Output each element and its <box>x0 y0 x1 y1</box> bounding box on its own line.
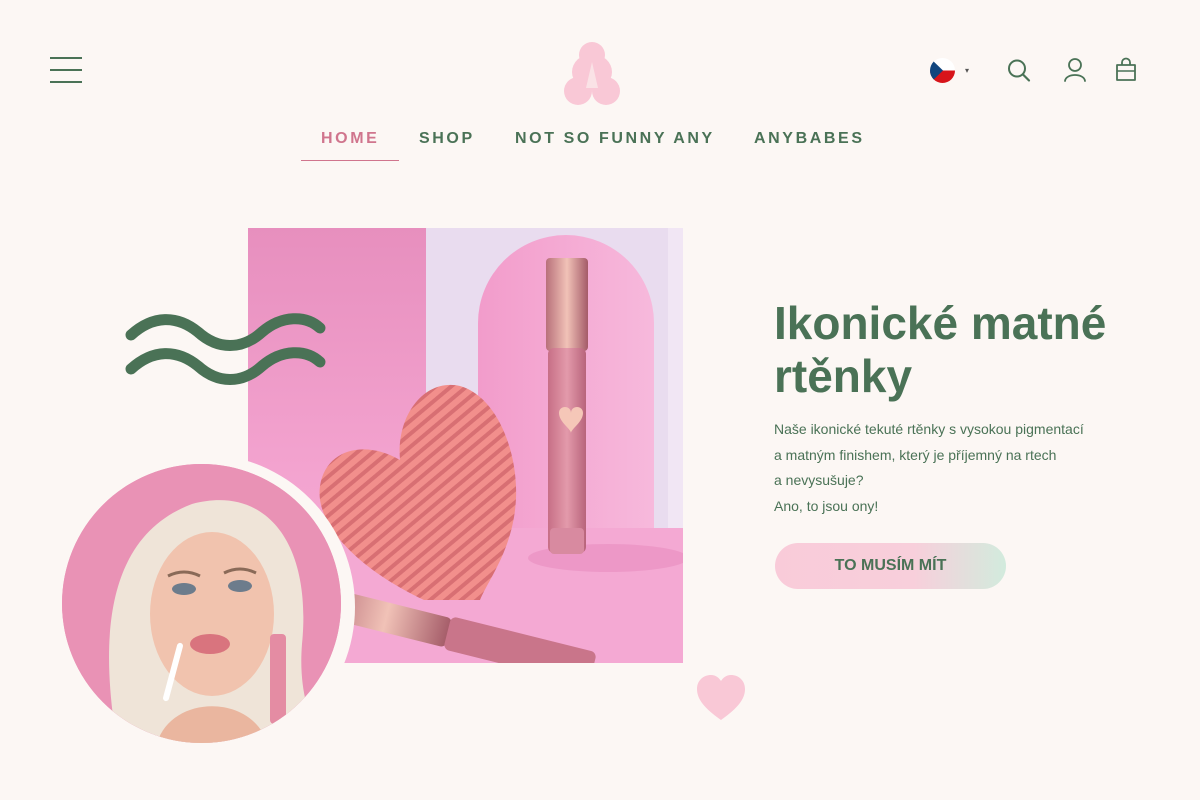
hero-title: Ikonické matné rtěnky <box>774 297 1107 402</box>
hero-description-line: a matným finishem, který je příjemný na … <box>774 446 1057 463</box>
account-icon[interactable] <box>1063 57 1087 83</box>
language-selector[interactable]: ▾ <box>930 57 976 83</box>
main-navigation: HOME SHOP NOT SO FUNNY ANY ANYBABES <box>301 116 901 162</box>
model-portrait-photo <box>62 464 341 743</box>
nav-item-home[interactable]: HOME <box>301 116 399 161</box>
hamburger-menu-icon[interactable] <box>50 57 82 83</box>
nav-item-not-so-funny-any[interactable]: NOT SO FUNNY ANY <box>515 116 715 160</box>
cart-bag-icon[interactable] <box>1114 57 1138 83</box>
hero-description: Naše ikonické tekuté rtěnky s vysokou pi… <box>774 417 1134 519</box>
brand-logo[interactable] <box>562 42 622 108</box>
hero-description-line: Naše ikonické tekuté rtěnky s vysokou pi… <box>774 421 1084 437</box>
heart-decoration-icon <box>697 675 745 720</box>
cta-button[interactable]: TO MUSÍM MÍT <box>775 543 1006 589</box>
hero-description-line: Ano, to jsou ony! <box>774 497 879 514</box>
nav-item-anybabes[interactable]: ANYBABES <box>754 116 865 160</box>
chevron-down-icon: ▾ <box>965 65 970 75</box>
nav-item-shop[interactable]: SHOP <box>419 116 475 160</box>
wave-decoration-icon <box>125 313 326 385</box>
czech-flag-icon <box>930 57 955 83</box>
hero-description-line: a nevysušuje? <box>774 472 864 488</box>
search-icon[interactable] <box>1006 58 1032 84</box>
